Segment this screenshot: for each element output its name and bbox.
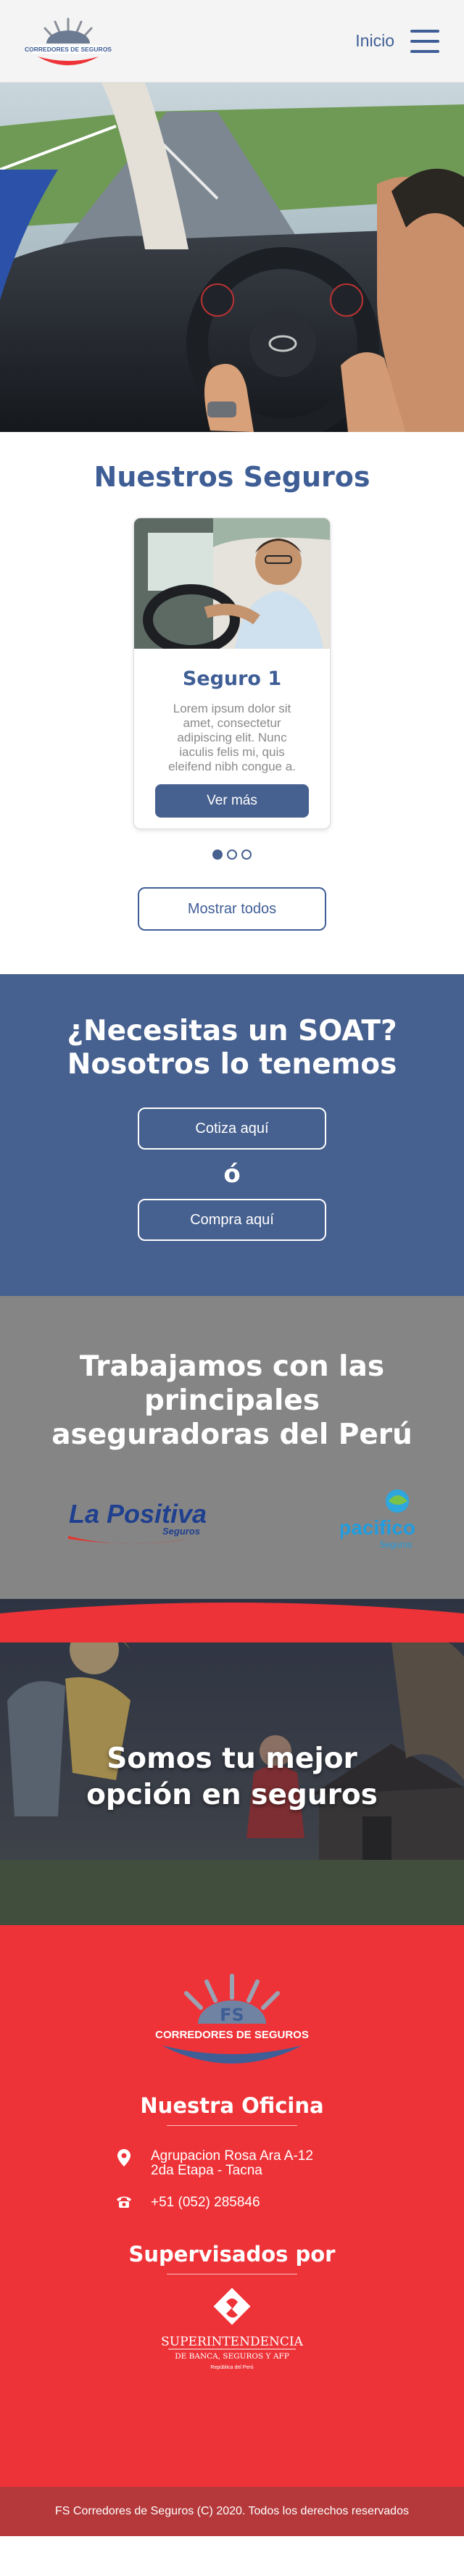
soat-title-line-1: ¿Necesitas un SOAT?: [67, 1015, 397, 1047]
svg-text:Seguros: Seguros: [380, 1540, 413, 1550]
svg-text:Seguros: Seguros: [162, 1526, 200, 1537]
or-separator: ó: [223, 1160, 241, 1189]
carousel-indicators: [0, 849, 464, 860]
insurers-title-line-1: Trabajamos con las: [79, 1350, 385, 1383]
carousel-dot-1[interactable]: [212, 849, 223, 860]
wave-divider: [0, 1603, 464, 1642]
svg-text:CORREDORES DE SEGUROS: CORREDORES DE SEGUROS: [25, 46, 112, 53]
main-nav: Inicio: [355, 29, 439, 53]
card-photo: [134, 518, 330, 649]
address-row: Agrupacion Rosa Ara A-12 2da Etapa - Tac…: [116, 2149, 348, 2178]
soat-section: ¿Necesitas un SOAT? Nosotros lo tenemos …: [0, 974, 464, 1296]
family-banner: Somos tu mejor opción en seguros: [0, 1599, 464, 1925]
insurers-title-line-3: aseguradoras del Perú: [51, 1418, 413, 1451]
quote-here-button[interactable]: Cotiza aquí: [138, 1108, 326, 1150]
sbs-logo[interactable]: SUPERINTENDENCIA DE BANCA, SEGUROS Y AFP…: [160, 2288, 304, 2375]
soat-title-line-2: Nosotros lo tenemos: [67, 1048, 397, 1081]
nav-home-link[interactable]: Inicio: [355, 31, 394, 51]
card-title: Seguro 1: [182, 668, 282, 690]
office-divider: [167, 2125, 297, 2126]
banner-title: Somos tu mejor opción en seguros: [0, 1741, 464, 1813]
footer-brand-logo[interactable]: FS CORREDORES DE SEGUROS: [149, 1969, 315, 2085]
svg-text:La Positiva: La Positiva: [69, 1499, 207, 1529]
carousel-dot-2[interactable]: [227, 849, 237, 860]
section-title: Nuestros Seguros: [94, 461, 370, 493]
hero-driving-photo: [0, 83, 464, 432]
insurance-card: Seguro 1 Lorem ipsum dolor sit amet, con…: [133, 518, 331, 829]
buy-here-button[interactable]: Compra aquí: [138, 1199, 326, 1241]
copyright-bar: FS Corredores de Seguros (C) 2020. Todos…: [0, 2487, 464, 2536]
supervised-title: Supervisados por: [128, 2242, 336, 2267]
carousel-dot-3[interactable]: [241, 849, 252, 860]
office-title: Nuestra Oficina: [140, 2093, 324, 2118]
location-pin-icon: [116, 2149, 132, 2166]
banner-line-2: opción en seguros: [86, 1779, 378, 1811]
svg-text:República del Perú: República del Perú: [210, 2365, 253, 2370]
svg-text:FS: FS: [220, 2005, 244, 2025]
see-more-button[interactable]: Ver más: [155, 784, 309, 818]
insurers-title-line-2: principales: [144, 1384, 320, 1417]
phone-row: +51 (052) 285846: [116, 2195, 348, 2210]
soat-title: ¿Necesitas un SOAT? Nosotros lo tenemos: [0, 1015, 464, 1081]
address-text: Agrupacion Rosa Ara A-12 2da Etapa - Tac…: [151, 2149, 313, 2178]
address-line-1: Agrupacion Rosa Ara A-12: [151, 2148, 313, 2164]
svg-text:DE BANCA, SEGUROS Y AFP: DE BANCA, SEGUROS Y AFP: [175, 2352, 289, 2361]
la-positiva-logo[interactable]: La Positiva Seguros: [65, 1494, 210, 1552]
pacifico-logo[interactable]: pacifico Seguros: [341, 1487, 420, 1559]
insurers-section: Trabajamos con las principales asegurado…: [0, 1296, 464, 1599]
address-line-2: 2da Etapa - Tacna: [151, 2163, 262, 2178]
svg-text:SUPERINTENDENCIA: SUPERINTENDENCIA: [161, 2335, 303, 2349]
insurer-logos: La Positiva Seguros pacifico Seguros: [0, 1487, 464, 1559]
card-description: Lorem ipsum dolor sit amet, consectetur …: [168, 702, 296, 773]
svg-text:pacifico: pacifico: [341, 1516, 415, 1539]
svg-text:CORREDORES DE SEGUROS: CORREDORES DE SEGUROS: [155, 2029, 309, 2041]
site-footer: FS CORREDORES DE SEGUROS Nuestra Oficina…: [0, 1925, 464, 2536]
menu-icon[interactable]: [410, 29, 439, 53]
phone-number[interactable]: +51 (052) 285846: [151, 2195, 260, 2210]
insurance-section: Nuestros Seguros Seguro 1 Lorem ipsum do…: [0, 432, 464, 974]
insurers-title: Trabajamos con las principales asegurado…: [0, 1350, 464, 1452]
phone-icon: [116, 2195, 132, 2209]
copyright-text: FS Corredores de Seguros (C) 2020. Todos…: [55, 2505, 409, 2517]
brand-logo[interactable]: CORREDORES DE SEGUROS: [22, 9, 115, 74]
banner-line-1: Somos tu mejor: [107, 1742, 357, 1775]
show-all-button[interactable]: Mostrar todos: [138, 887, 326, 931]
hero-image: [0, 83, 464, 432]
site-header: CORREDORES DE SEGUROS Inicio: [0, 0, 464, 83]
